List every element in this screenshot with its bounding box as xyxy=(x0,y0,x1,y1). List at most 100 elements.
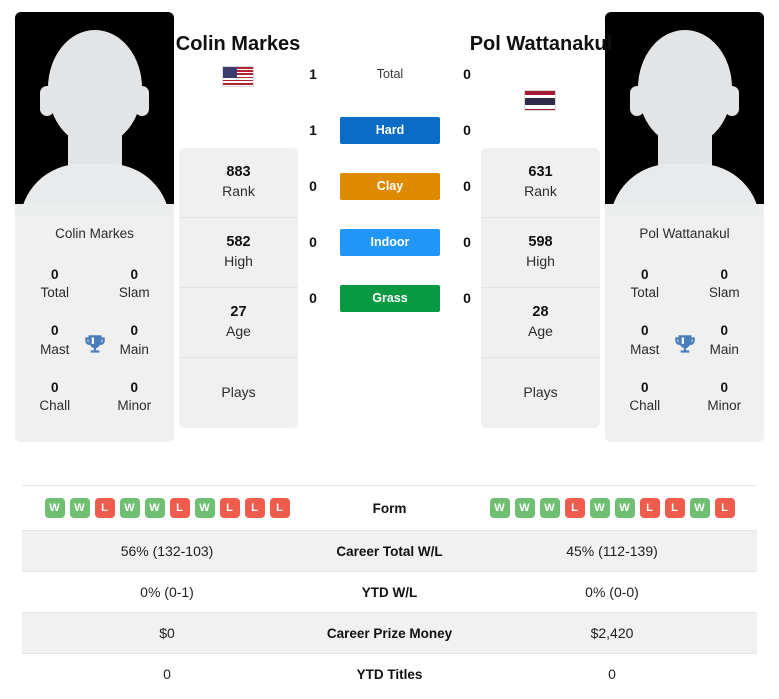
h2h-hard-right-score: 0 xyxy=(463,122,471,138)
right-career-wl-value: 45% (112-139) xyxy=(566,543,658,559)
row-label-career-prize-money: Career Prize Money xyxy=(326,625,453,641)
right-player-name-heading[interactable]: Pol Wattanakul xyxy=(461,31,621,57)
right-high-value: 598 xyxy=(528,233,553,250)
right-ytd-titles-value: 0 xyxy=(608,666,616,683)
h2h-clay-row: 0 Clay 0 xyxy=(300,172,480,200)
h2h-indoor-right-score: 0 xyxy=(463,234,471,250)
right-form-cell: WWWLWWLLWL xyxy=(467,486,757,531)
form-badge-loss: L xyxy=(244,498,265,518)
table-row-ytd-wl: 0% (0-1) YTD W/L 0% (0-0) xyxy=(22,571,757,613)
row-label-ytd-titles: YTD Titles xyxy=(356,666,423,682)
left-high-row: 582 High xyxy=(179,218,298,288)
avatar-ear-right-shape xyxy=(135,86,149,116)
left-form-badges: WWLWWLWLLL xyxy=(28,498,306,518)
left-player-card-name: Colin Markes xyxy=(55,226,134,241)
h2h-total-label: Total xyxy=(376,67,404,81)
player-comparison-page: Colin Markes 0 Total 0 Slam 0 Mast 0 Mai… xyxy=(0,0,779,699)
form-badge-win: W xyxy=(69,498,90,518)
right-titles-slam-label: Slam xyxy=(708,285,740,301)
h2h-total-row: 1 Total 0 xyxy=(300,60,480,88)
h2h-total-right-score: 0 xyxy=(463,66,471,82)
left-player-card: Colin Markes 0 Total 0 Slam 0 Mast 0 Mai… xyxy=(15,12,175,443)
right-age-value: 28 xyxy=(532,303,549,320)
left-rank-label: Rank xyxy=(222,183,255,200)
h2h-indoor-left-score: 0 xyxy=(309,234,317,250)
left-age-label: Age xyxy=(226,323,251,340)
left-ytd-wl-value: 0% (0-1) xyxy=(140,584,194,600)
right-rank-value: 631 xyxy=(528,164,553,180)
form-badge-win: W xyxy=(194,498,215,518)
left-ytd-titles-value: 0 xyxy=(163,666,171,683)
left-player-name-heading[interactable]: Colin Markes xyxy=(158,31,318,57)
left-high-value: 582 xyxy=(226,233,251,250)
left-plays-row: Plays xyxy=(179,358,298,429)
h2h-clay-right-score: 0 xyxy=(463,178,471,194)
avatar-base-shape xyxy=(605,204,764,216)
right-ytd-wl-value: 0% (0-0) xyxy=(585,584,639,600)
table-row-ytd-titles: 0 YTD Titles 0 xyxy=(22,653,757,695)
form-badge-win: W xyxy=(539,498,560,518)
form-badge-loss: L xyxy=(714,498,735,518)
surface-button-clay[interactable]: Clay xyxy=(340,172,440,200)
form-badge-loss: L xyxy=(219,498,240,518)
left-career-prize-money-value: $0 xyxy=(159,625,175,641)
right-plays-row: Plays xyxy=(481,358,600,429)
table-row-form: WWLWWLWLLL Form WWWLWWLLWL xyxy=(22,485,757,531)
h2h-clay-left-score: 0 xyxy=(309,178,317,194)
right-titles-chall: 0 Chall xyxy=(605,370,685,426)
left-titles-slam-label: Slam xyxy=(118,285,150,301)
right-player-card-name: Pol Wattanakul xyxy=(639,226,730,241)
surface-button-grass[interactable]: Grass xyxy=(340,284,440,312)
right-titles-total-label: Total xyxy=(630,285,660,301)
left-titles-main-label: Main xyxy=(119,341,149,357)
us-flag-canton xyxy=(223,67,237,78)
comparison-table: WWLWWLWLLL Form WWWLWWLLWL 56% (132-103)… xyxy=(22,485,757,695)
left-titles-chall-value: 0 xyxy=(50,379,59,395)
h2h-grass-row: 0 Grass 0 xyxy=(300,284,480,312)
left-career-wl-value: 56% (132-103) xyxy=(120,543,214,559)
left-high-label: High xyxy=(224,253,253,270)
right-titles-chall-value: 0 xyxy=(640,379,649,395)
form-badge-win: W xyxy=(44,498,65,518)
right-age-row: 28 Age xyxy=(481,288,600,358)
left-titles-minor-value: 0 xyxy=(130,379,138,395)
right-titles-total-value: 0 xyxy=(640,267,649,282)
trophy-icon xyxy=(84,334,105,353)
right-high-label: High xyxy=(526,253,555,270)
h2h-hard-row: 1 Hard 0 xyxy=(300,116,480,144)
left-plays-label: Plays xyxy=(221,383,256,400)
left-titles-total: 0 Total xyxy=(15,257,95,313)
right-rank-row: 631 Rank xyxy=(481,148,600,218)
form-badge-win: W xyxy=(144,498,165,518)
row-label-form: Form xyxy=(372,500,407,516)
form-badge-win: W xyxy=(489,498,510,518)
left-titles-chall-label: Chall xyxy=(39,398,71,414)
left-titles-total-label: Total xyxy=(40,285,70,301)
surface-button-indoor[interactable]: Indoor xyxy=(340,228,440,256)
avatar-ear-left-shape xyxy=(630,86,644,116)
left-titles-main-value: 0 xyxy=(130,323,138,339)
right-titles-total: 0 Total xyxy=(605,257,685,313)
right-titles-minor: 0 Minor xyxy=(685,370,765,426)
right-titles-slam-value: 0 xyxy=(720,267,728,282)
avatar-base-shape xyxy=(15,204,174,216)
trophy-icon xyxy=(674,334,695,353)
h2h-total-left-score: 1 xyxy=(309,66,317,82)
right-titles-minor-label: Minor xyxy=(707,398,742,414)
form-badge-win: W xyxy=(589,498,610,518)
left-player-stats-card: 883 Rank 582 High 27 Age Plays xyxy=(179,148,298,429)
left-titles-slam-value: 0 xyxy=(130,267,138,282)
right-titles-main-label: Main xyxy=(709,341,739,357)
avatar-head-shape xyxy=(637,30,732,146)
surface-button-hard[interactable]: Hard xyxy=(340,116,440,144)
comparison-header-area: Colin Markes 0 Total 0 Slam 0 Mast 0 Mai… xyxy=(0,0,779,478)
row-label-career-total-wl: Career Total W/L xyxy=(336,543,443,559)
form-badge-loss: L xyxy=(639,498,660,518)
avatar-ear-right-shape xyxy=(725,86,739,116)
head-to-head-panel: 1 Total 0 1 Hard 0 0 Clay 0 0 Indoor 0 0 xyxy=(300,60,480,312)
left-titles-minor: 0 Minor xyxy=(95,370,175,426)
left-titles-slam: 0 Slam xyxy=(95,257,175,313)
right-player-card: Pol Wattanakul 0 Total 0 Slam 0 Mast 0 M… xyxy=(605,12,765,443)
form-badge-win: W xyxy=(514,498,535,518)
left-titles-chall: 0 Chall xyxy=(15,370,95,426)
